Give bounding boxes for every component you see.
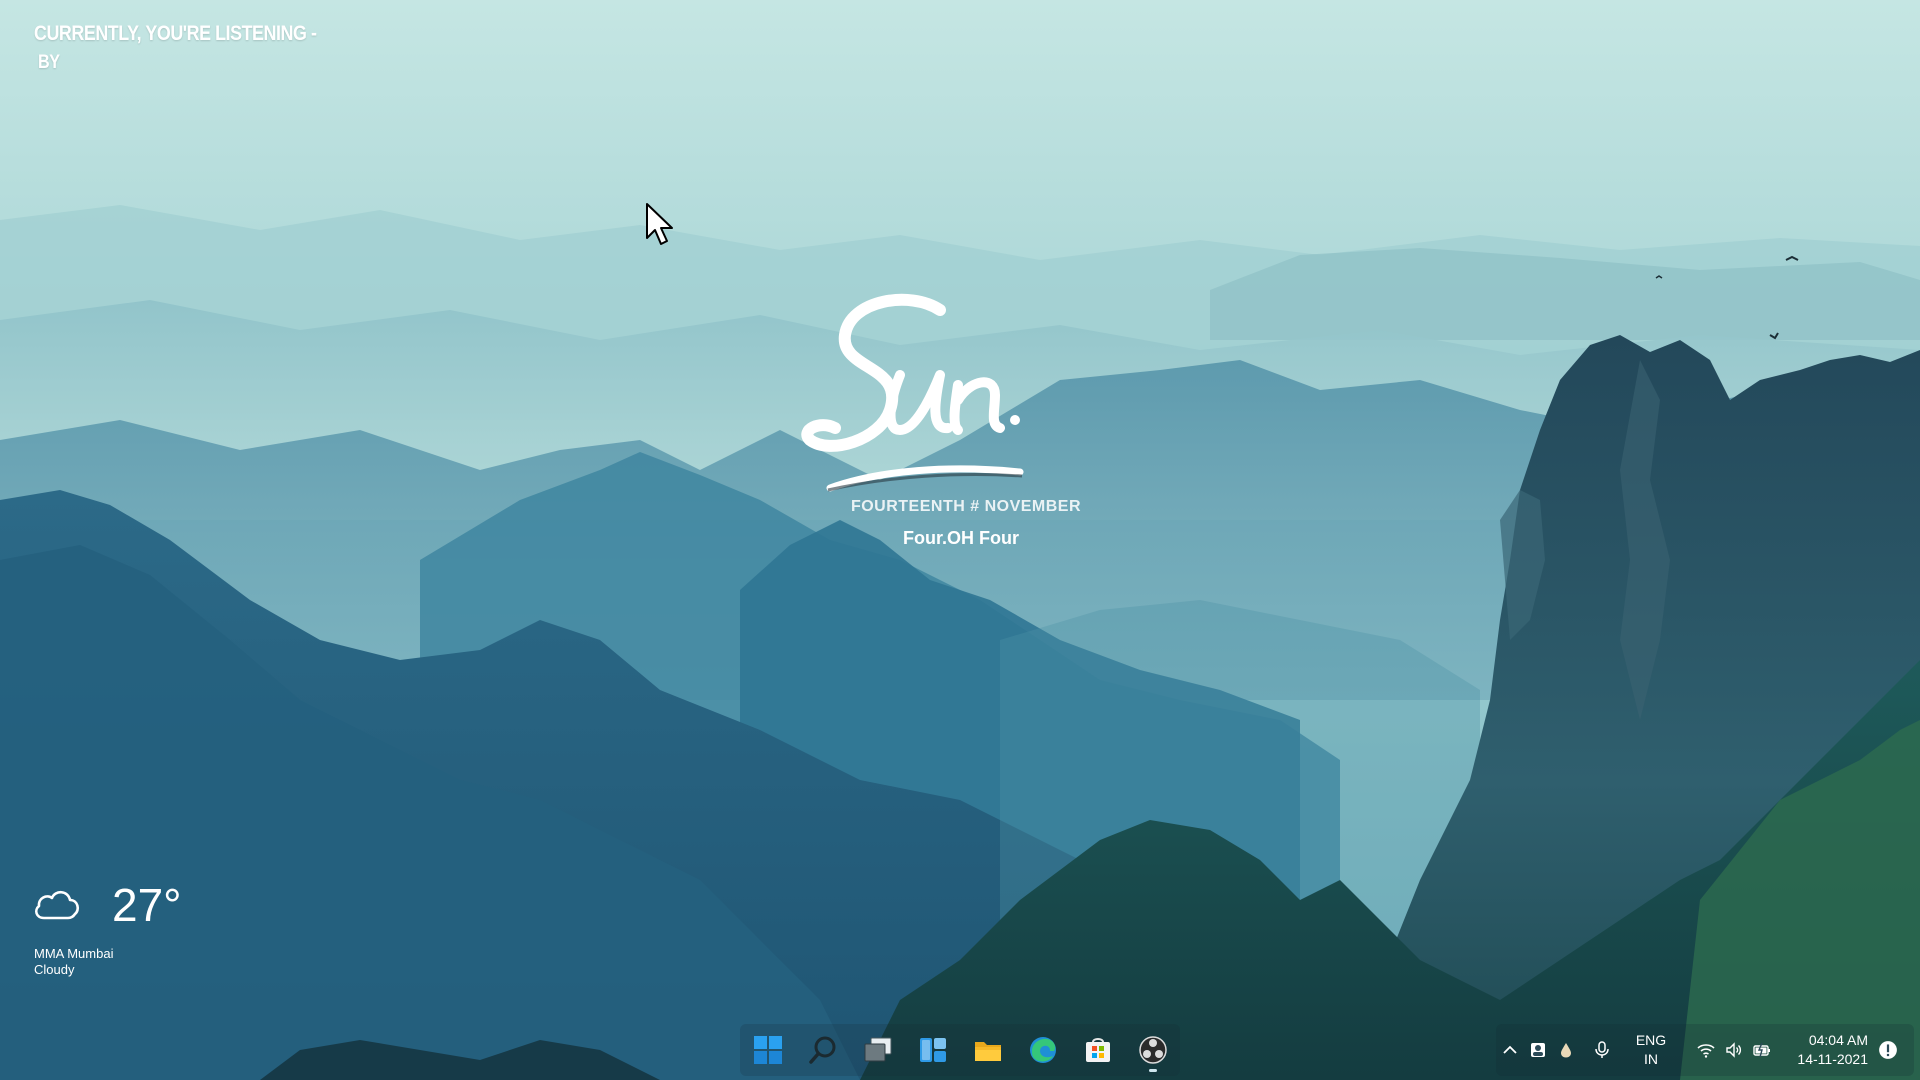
speaker-icon [1726,1042,1742,1058]
tray-drop-button[interactable] [1552,1024,1580,1076]
mouse-cursor-icon [646,203,673,245]
notification-center-button[interactable] [1868,1040,1908,1060]
task-view-icon [864,1037,891,1062]
water-drop-icon [1561,1043,1571,1058]
clock-time: 04:04 AM [1808,1032,1868,1048]
date-text: FOURTEENTH # NOVEMBER [850,498,1082,515]
date-widget: FOURTEENTH # NOVEMBER Four.OH Four [790,290,1150,560]
obs-icon [1138,1036,1167,1064]
people-app-icon [1531,1043,1545,1057]
taskbar [740,1024,1180,1076]
taskbar-clock[interactable]: 04:04 AM 14-11-2021 [1782,1031,1868,1069]
task-view-button[interactable] [850,1024,905,1076]
notification-icon [1879,1041,1897,1059]
active-indicator [1149,1069,1157,1072]
volume-button[interactable] [1720,1024,1748,1076]
day-script-lettering [801,293,1024,492]
widgets-button[interactable] [905,1024,960,1076]
search-button[interactable] [795,1024,850,1076]
battery-button[interactable] [1748,1024,1776,1076]
language-code: ENG [1635,1032,1667,1048]
folder-icon [974,1042,1001,1061]
store-icon [1085,1038,1110,1062]
search-icon [808,1036,835,1064]
weather-location: MMA Mumbai [34,946,114,961]
microphone-button[interactable] [1580,1024,1624,1076]
file-explorer-button[interactable] [960,1024,1015,1076]
network-button[interactable] [1692,1024,1720,1076]
now-playing-title: Currently, You're Listening - [34,22,317,45]
store-button[interactable] [1070,1024,1125,1076]
clock-date: 14-11-2021 [1797,1051,1868,1067]
system-tray: ENG IN 04:04 AM 14-11-2021 [1496,1024,1914,1076]
obs-button[interactable] [1125,1024,1180,1076]
region-code: IN [1644,1051,1658,1067]
show-hidden-icons-button[interactable] [1496,1024,1524,1076]
now-playing-artist: By [38,52,60,73]
edge-button[interactable] [1015,1024,1070,1076]
battery-charging-icon [1753,1042,1770,1058]
weather-condition: Cloudy [34,962,75,977]
now-playing-widget: Currently, You're Listening - By [34,22,366,74]
edge-icon [1029,1037,1056,1063]
temperature: 27° [112,879,182,931]
chevron-up-icon [1503,1045,1517,1054]
wifi-icon [1697,1044,1715,1058]
desktop[interactable]: Currently, You're Listening - By FOURTEE… [0,0,1920,1080]
cloud-icon [34,890,80,920]
widgets-icon [919,1038,946,1062]
language-indicator[interactable]: ENG IN [1624,1031,1678,1069]
windows-logo-icon [753,1036,782,1064]
time-text: Four.OH Four [903,528,1019,548]
tray-app-button[interactable] [1524,1024,1552,1076]
microphone-icon [1595,1041,1609,1058]
start-button[interactable] [740,1024,795,1076]
